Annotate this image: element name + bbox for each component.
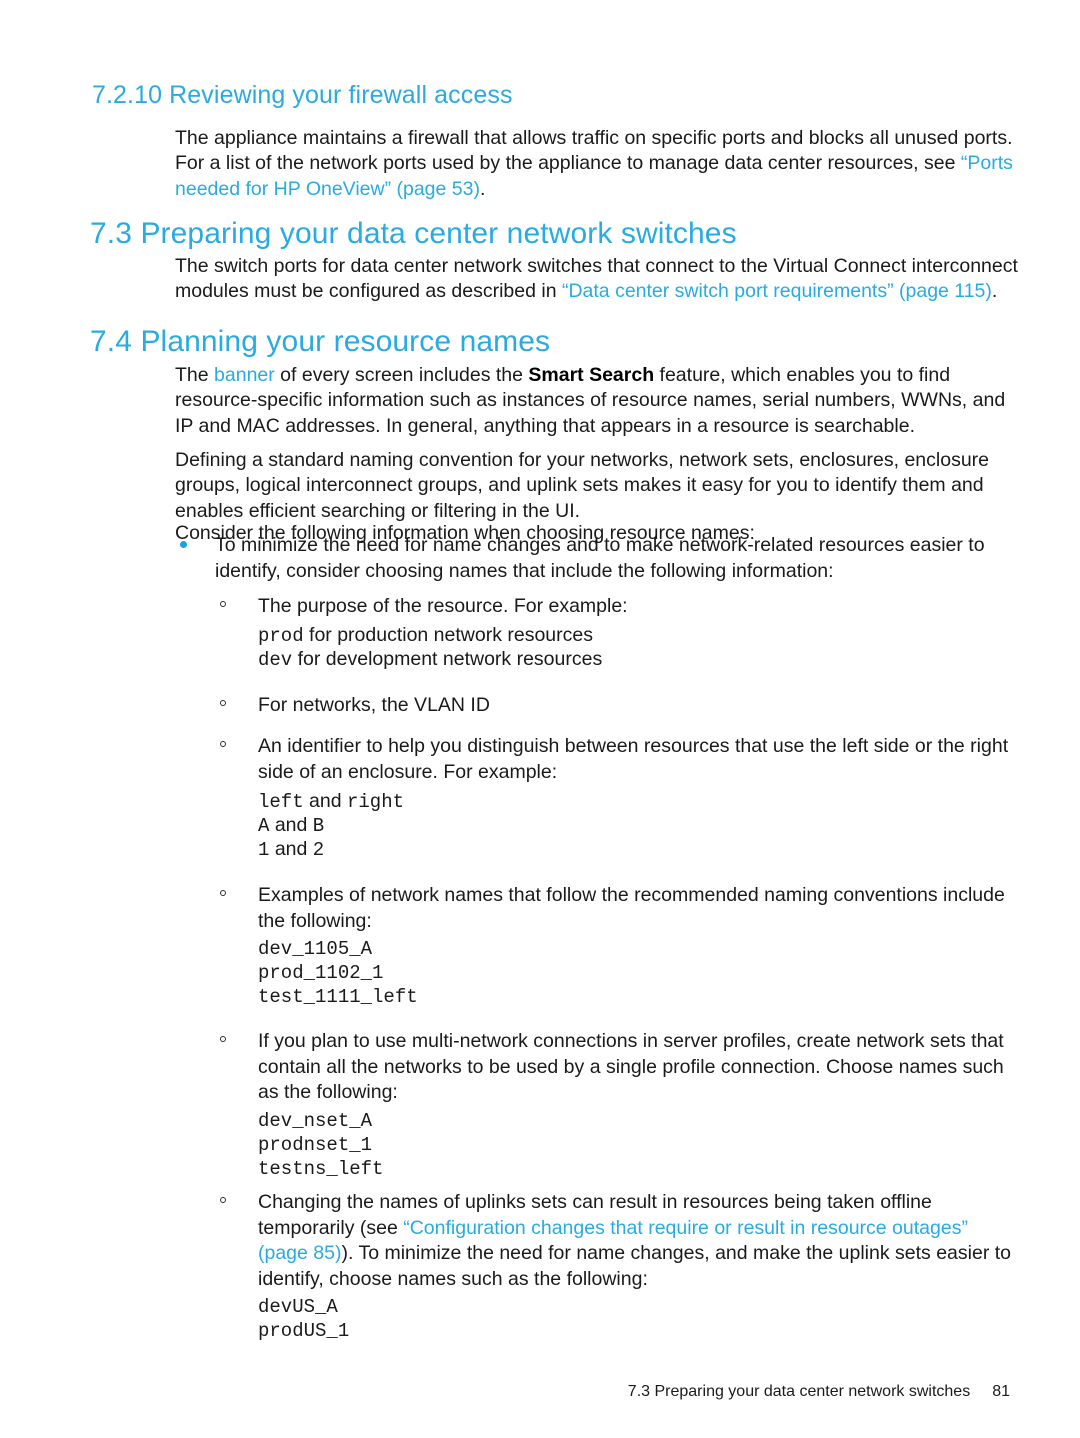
list-item-text: Examples of network names that follow th… — [258, 884, 1005, 932]
footer-title: 7.3 Preparing your data center network s… — [627, 1383, 971, 1400]
code-sample-prodnset-1: prodnset_1 — [258, 1134, 373, 1156]
paragraph-text: The appliance maintains a firewall that … — [175, 126, 1013, 175]
code-sample-testns-left: testns_left — [258, 1158, 384, 1180]
bullet-dot-icon — [180, 541, 187, 548]
paragraph-text: The — [175, 363, 215, 386]
code-sample-produs-1: prodUS_1 — [258, 1320, 350, 1342]
code-sample-prod: prod for production network resources — [258, 623, 593, 648]
code-conjunction: and — [269, 814, 313, 836]
list-item-text: To minimize the need for name changes an… — [215, 534, 985, 582]
list-item-sub-identifier: An identifier to help you distinguish be… — [220, 734, 1018, 785]
code-sample-1-2: 1 and 2 — [258, 837, 324, 862]
footer-page-number: 81 — [992, 1383, 1010, 1400]
list-item-sub-uplink-sets: Changing the names of uplinks sets can r… — [220, 1190, 1018, 1292]
bullet-circle-icon — [220, 601, 226, 607]
code-sample-test-1111-left: test_1111_left — [258, 986, 418, 1008]
list-item-text: Changing the names of uplinks sets can r… — [258, 1190, 1018, 1292]
list-item-text: An identifier to help you distinguish be… — [258, 735, 1009, 783]
list-item-bullet-1: To minimize the need for name changes an… — [180, 533, 1018, 584]
list-item-text: For networks, the VLAN ID — [258, 694, 490, 716]
heading-7-3: 7.3 Preparing your data center network s… — [90, 216, 737, 250]
code-term: dev — [258, 649, 293, 671]
paragraph-text-2: of every screen includes the — [274, 363, 529, 386]
code-sample-left-right: left and right — [258, 789, 404, 814]
list-item-text: The purpose of the resource. For example… — [258, 595, 628, 617]
list-item-text: If you plan to use multi-network connect… — [258, 1030, 1004, 1103]
list-item-text-b: ). To minimize the need for name changes… — [258, 1242, 1011, 1290]
code-conjunction: and — [303, 790, 347, 812]
heading-7-2-10: 7.2.10 Reviewing your firewall access — [92, 81, 513, 109]
list-item-sub-examples: Examples of network names that follow th… — [220, 883, 1018, 934]
bullet-circle-icon — [220, 1197, 226, 1203]
code-sample-dev: dev for development network resources — [258, 647, 602, 672]
bullet-circle-icon — [220, 700, 226, 706]
heading-7-4: 7.4 Planning your resource names — [90, 324, 551, 358]
code-term: prod — [258, 625, 304, 647]
code-term: left — [258, 791, 304, 813]
code-term: right — [346, 791, 404, 813]
bullet-circle-icon — [220, 890, 226, 896]
bullet-circle-icon — [220, 1036, 226, 1042]
paragraph-naming-convention: Defining a standard naming convention fo… — [175, 448, 990, 522]
page-footer: 7.3 Preparing your data center network s… — [0, 1383, 1010, 1401]
link-banner[interactable]: banner — [214, 364, 275, 386]
link-data-center-switch-port-requirements[interactable]: “Data center switch port requirements” (… — [562, 280, 992, 302]
code-term: 1 — [258, 839, 270, 861]
list-item-sub-network-sets: If you plan to use multi-network connect… — [220, 1029, 1018, 1106]
code-term: 2 — [312, 839, 325, 861]
code-sample-a-b: A and B — [258, 813, 324, 838]
code-sample-dev-1105-a: dev_1105_A — [258, 938, 373, 960]
paragraph-text-tail: . — [991, 280, 998, 302]
code-sample-devus-a: devUS_A — [258, 1296, 338, 1318]
code-sample-prod-1102-1: prod_1102_1 — [258, 962, 384, 984]
bullet-circle-icon — [220, 741, 226, 747]
paragraph-7-4-intro: The banner of every screen includes the … — [175, 363, 1015, 440]
document-page: 7.2.10 Reviewing your firewall access Th… — [0, 0, 1080, 1438]
code-description: for production network resources — [303, 624, 593, 646]
paragraph-7-3: The switch ports for data center network… — [175, 254, 1020, 305]
code-description: for development network resources — [292, 648, 603, 670]
code-sample-dev-nset-a: dev_nset_A — [258, 1110, 373, 1132]
paragraph-text-tail: . — [479, 177, 486, 200]
list-item-sub-vlan-id: For networks, the VLAN ID — [220, 693, 1018, 719]
code-term: B — [312, 815, 325, 837]
code-term: A — [258, 815, 270, 837]
emphasis-smart-search: Smart Search — [528, 363, 655, 386]
list-item-sub-purpose: The purpose of the resource. For example… — [220, 594, 1018, 620]
paragraph-7-2-10: The appliance maintains a firewall that … — [175, 126, 1015, 203]
code-conjunction: and — [269, 838, 313, 860]
